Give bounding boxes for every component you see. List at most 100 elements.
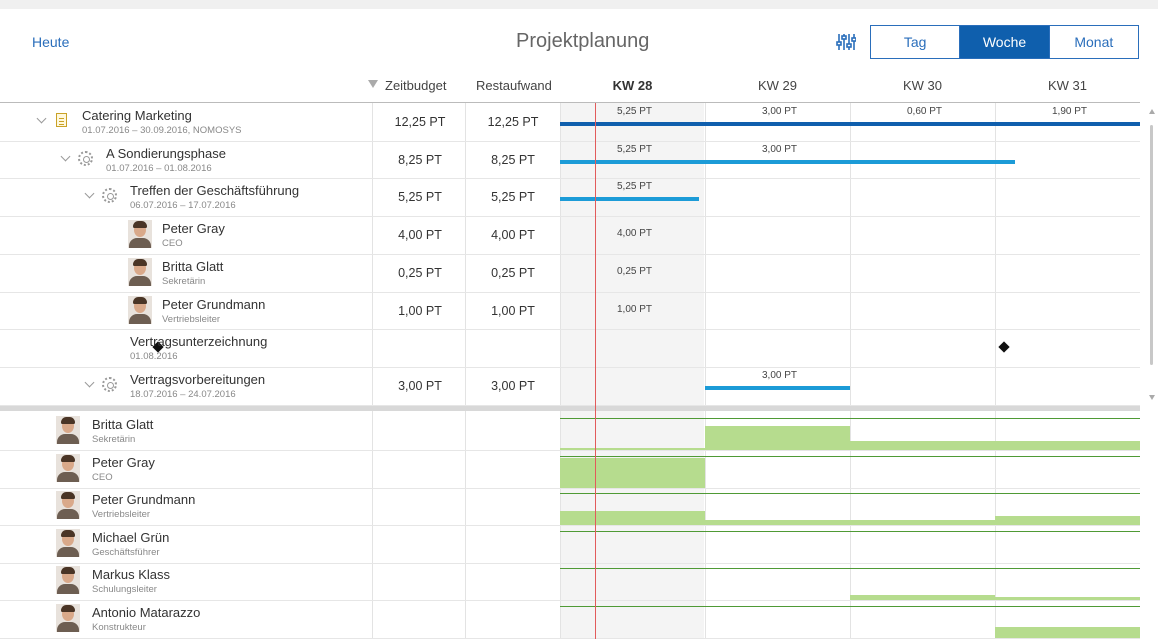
budget-value: 0,25 PT xyxy=(398,266,442,280)
column-header-week: KW 28 xyxy=(612,78,653,93)
gear-icon xyxy=(102,377,117,392)
avatar-body xyxy=(129,276,151,286)
resource-row[interactable]: Britta Glatt Sekretärin xyxy=(0,412,1140,451)
week-cell-value: 0,60 PT xyxy=(906,106,943,117)
pane-splitter[interactable] xyxy=(0,406,1140,411)
task-name: A Sondierungsphase xyxy=(106,146,226,161)
week-cell-value: 5,25 PT xyxy=(616,144,653,155)
column-header-week: KW 29 xyxy=(757,78,797,93)
avatar-hair xyxy=(133,297,147,304)
task-dates: Vertriebsleiter xyxy=(162,314,221,325)
budget-value: 3,00 PT xyxy=(398,379,442,393)
sort-desc-icon[interactable] xyxy=(368,80,378,88)
budget-value: 8,25 PT xyxy=(398,153,442,167)
task-bar[interactable] xyxy=(560,197,699,201)
capacity-line xyxy=(560,531,1140,532)
task-name: Vertragsvorbereitungen xyxy=(130,372,266,387)
task-row[interactable]: Peter Gray CEO 4,00 PT 4,00 PT 4,00 PT xyxy=(0,216,1140,254)
task-dates: 06.07.2016 – 17.07.2016 xyxy=(130,200,236,211)
scroll-thumb[interactable] xyxy=(1150,125,1153,365)
avatar-body xyxy=(57,584,79,594)
today-button[interactable]: Heute xyxy=(32,34,69,50)
gear-icon xyxy=(78,151,93,166)
avatar xyxy=(128,258,152,286)
task-scrollbar[interactable] xyxy=(1146,103,1158,408)
resource-name: Britta Glatt xyxy=(92,417,154,432)
avatar xyxy=(56,454,80,482)
week-cell-value: 3,00 PT xyxy=(761,370,798,381)
task-row[interactable]: Peter Grundmann Vertriebsleiter 1,00 PT 1,0… xyxy=(0,292,1140,330)
avatar-hair xyxy=(61,455,75,462)
task-bar[interactable] xyxy=(705,386,850,390)
avatar xyxy=(128,220,152,248)
resource-name: Markus Klass xyxy=(92,567,171,582)
chevron-down-icon[interactable] xyxy=(84,377,95,388)
column-header-remaining[interactable]: Restaufwand xyxy=(476,78,552,93)
page-title: Projektplanung xyxy=(516,30,650,52)
avatar-body xyxy=(57,622,79,632)
task-name: Peter Grundmann xyxy=(162,297,266,312)
budget-value: 4,00 PT xyxy=(398,228,442,242)
resource-name: Michael Grün xyxy=(92,530,170,545)
phase-bar[interactable] xyxy=(560,160,1015,164)
sliders-icon[interactable] xyxy=(836,33,856,51)
column-header-budget[interactable]: Zeitbudget xyxy=(385,78,446,93)
task-name: Treffen der Geschäftsführung xyxy=(130,183,300,198)
view-month-button[interactable]: Monat xyxy=(1048,26,1138,58)
today-line xyxy=(595,103,596,639)
week-cell-value: 4,00 PT xyxy=(616,228,653,239)
scroll-down-icon[interactable] xyxy=(1149,395,1155,400)
week-cell-value: 5,25 PT xyxy=(616,106,653,117)
task-name: Vertragsunterzeichnung xyxy=(130,334,268,349)
avatar-body xyxy=(57,547,79,557)
workload-bar xyxy=(560,511,705,525)
week-cell-value: 1,90 PT xyxy=(1051,106,1088,117)
avatar-body xyxy=(129,314,151,324)
resource-row[interactable]: Antonio Matarazzo Konstrukteur xyxy=(0,600,1140,639)
scroll-up-icon[interactable] xyxy=(1149,109,1155,114)
capacity-line xyxy=(560,418,1140,419)
resource-role: Schulungsleiter xyxy=(92,584,157,595)
resource-role: Sekretärin xyxy=(92,434,136,445)
avatar-hair xyxy=(133,221,147,228)
project-bar[interactable] xyxy=(560,122,1140,126)
week-cell-value: 5,25 PT xyxy=(616,181,653,192)
task-dates: 01.08.2016 xyxy=(130,351,178,362)
avatar-hair xyxy=(61,492,75,499)
chevron-down-icon[interactable] xyxy=(36,113,47,124)
week-cell-value: 0,25 PT xyxy=(616,266,653,277)
task-dates: 01.07.2016 – 30.09.2016, NOMOSYS xyxy=(82,125,242,136)
week-cell-value: 3,00 PT xyxy=(761,106,798,117)
avatar xyxy=(56,491,80,519)
task-name: Britta Glatt xyxy=(162,259,224,274)
view-week-button[interactable]: Woche xyxy=(959,26,1049,58)
remaining-value: 1,00 PT xyxy=(491,304,535,318)
chevron-down-icon[interactable] xyxy=(84,188,95,199)
task-row[interactable]: Vertragsunterzeichnung 01.08.2016 xyxy=(0,329,1140,367)
capacity-line xyxy=(560,568,1140,569)
week-cell-value: 1,00 PT xyxy=(616,304,653,315)
task-name: Peter Gray xyxy=(162,221,225,236)
avatar-hair xyxy=(61,605,75,612)
avatar xyxy=(128,296,152,324)
avatar-body xyxy=(57,509,79,519)
remaining-value: 4,00 PT xyxy=(491,228,535,242)
task-name: Catering Marketing xyxy=(82,108,192,123)
budget-value: 1,00 PT xyxy=(398,304,442,318)
task-row[interactable]: Vertragsvorbereitungen 18.07.2016 – 24.07… xyxy=(0,367,1140,405)
resource-name: Peter Gray xyxy=(92,455,155,470)
resource-row[interactable]: Michael Grün Geschäftsführer xyxy=(0,525,1140,564)
resource-row[interactable]: Markus Klass Schulungsleiter xyxy=(0,562,1140,601)
resource-name: Antonio Matarazzo xyxy=(92,605,201,620)
resource-row[interactable]: Peter Grundmann Vertriebsleiter xyxy=(0,487,1140,526)
chevron-down-icon[interactable] xyxy=(60,151,71,162)
avatar-hair xyxy=(61,530,75,537)
resource-role: Vertriebsleiter xyxy=(92,509,151,520)
task-dates: Sekretärin xyxy=(162,276,206,287)
view-day-button[interactable]: Tag xyxy=(871,26,959,58)
remaining-value: 5,25 PT xyxy=(491,190,535,204)
resource-row[interactable]: Peter Gray CEO xyxy=(0,450,1140,489)
avatar xyxy=(56,566,80,594)
task-row[interactable]: Britta Glatt Sekretärin 0,25 PT 0,25 PT 0,25… xyxy=(0,254,1140,292)
workload-bar xyxy=(995,441,1140,450)
